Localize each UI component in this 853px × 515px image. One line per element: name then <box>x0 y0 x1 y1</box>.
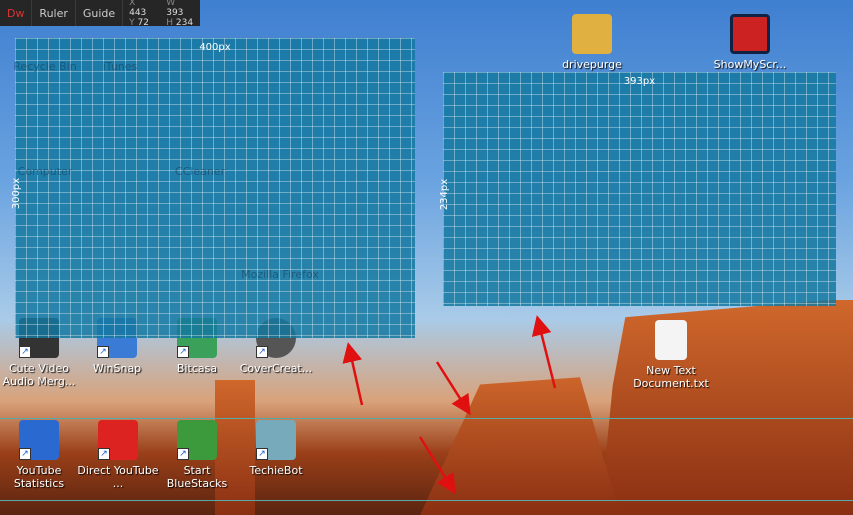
annotation-arrows <box>342 315 557 495</box>
position-readout: X 443 Y 72 <box>129 0 149 28</box>
red-arrow <box>342 342 364 406</box>
guide-button[interactable]: Guide <box>76 7 122 20</box>
red-arrow <box>531 315 557 389</box>
ruler-toolbar: Dw Ruler Guide X 443 Y 72 W 393 H 234 <box>0 0 200 28</box>
dw-logo: Dw <box>7 6 25 20</box>
ruler-button[interactable]: Ruler <box>32 7 74 20</box>
red-arrow <box>418 436 456 495</box>
red-arrow <box>435 361 471 416</box>
size-readout: W 393 H 234 <box>166 0 194 28</box>
